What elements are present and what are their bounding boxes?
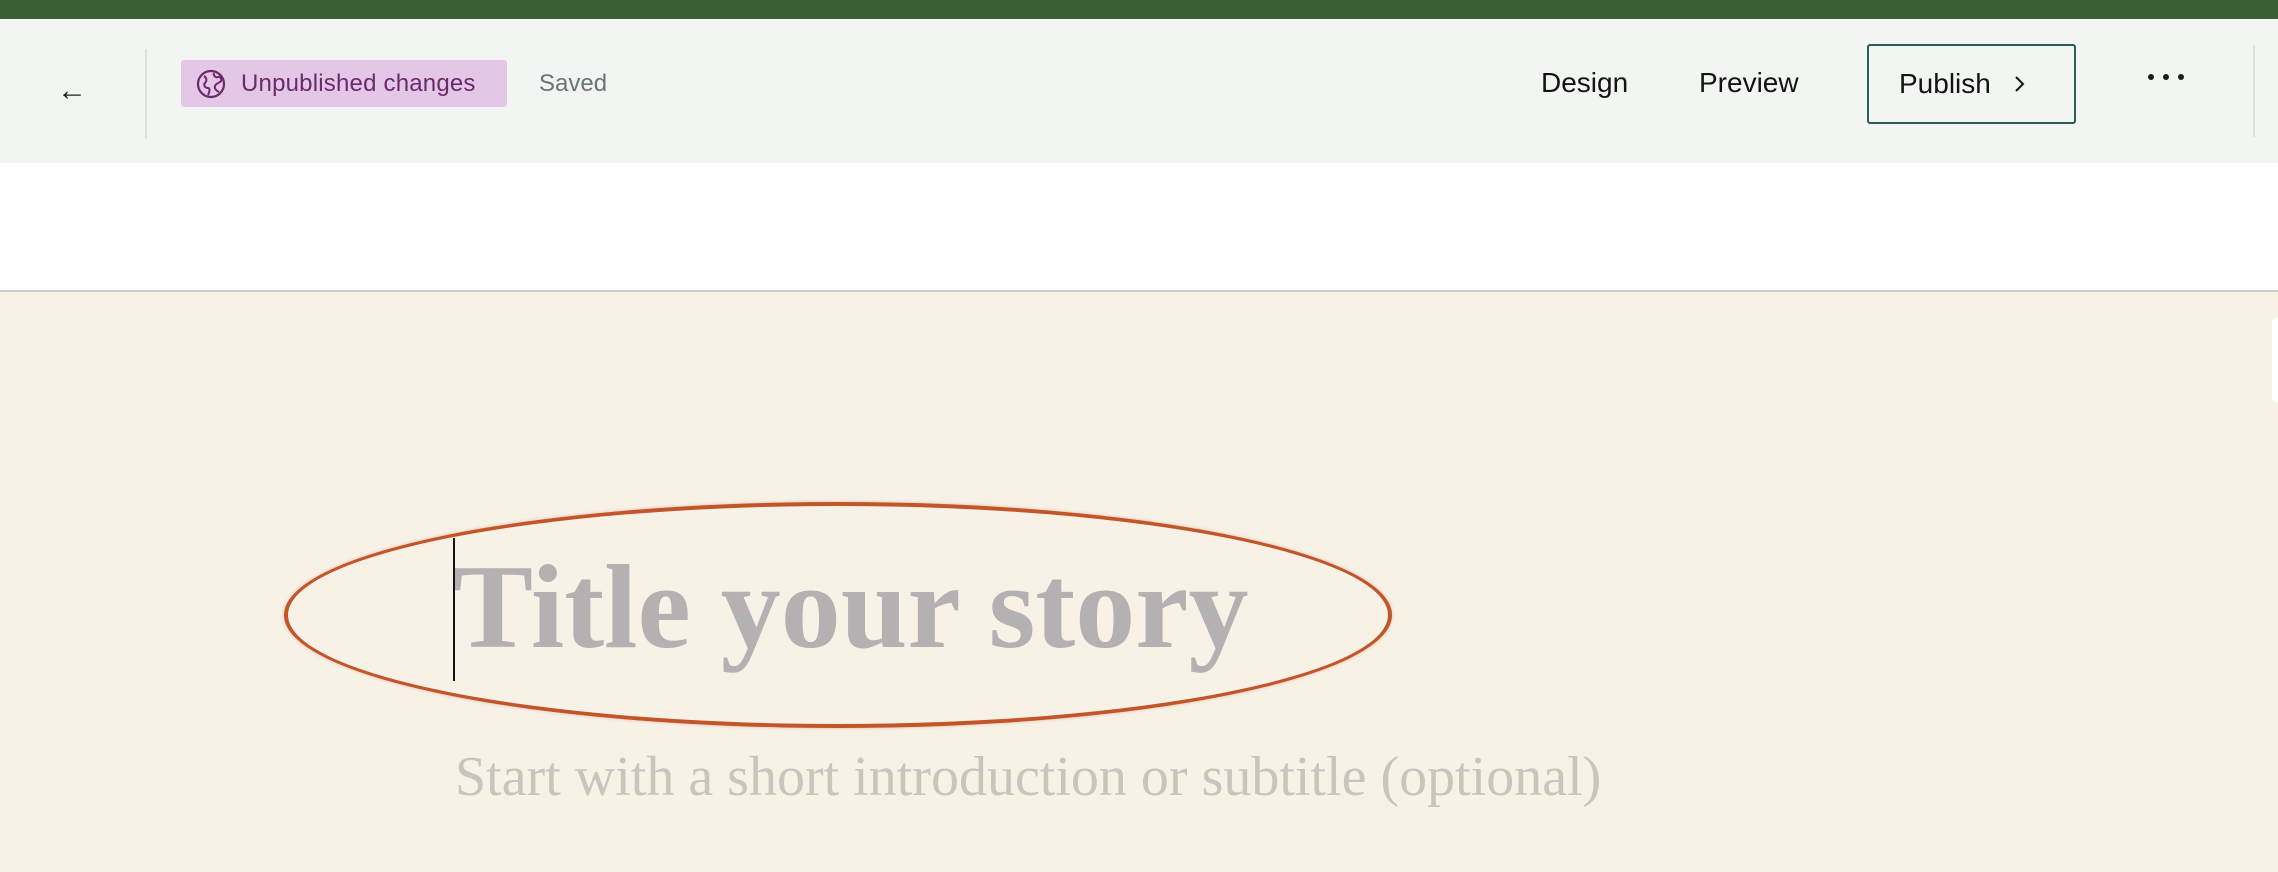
back-button[interactable]: ←: [52, 71, 92, 111]
design-button[interactable]: Design: [1541, 67, 1628, 99]
status-badge[interactable]: Unpublished changes: [181, 60, 507, 107]
publish-button-label: Publish: [1899, 68, 1991, 99]
chevron-right-icon: [2013, 74, 2027, 94]
app-header: ← Unpublished changes Saved Design Previ…: [0, 19, 2278, 163]
story-subtitle-input[interactable]: Start with a short introduction or subti…: [455, 745, 1601, 809]
preview-button[interactable]: Preview: [1699, 67, 1799, 99]
publish-button[interactable]: Publish: [1867, 44, 2076, 124]
more-horizontal-icon: [2148, 74, 2154, 80]
story-title-input[interactable]: Title your story: [453, 537, 1353, 677]
header-divider: [145, 49, 147, 139]
more-options-button[interactable]: [2148, 59, 2184, 95]
top-accent-strip: [0, 0, 2278, 19]
save-status: Saved: [539, 70, 608, 97]
side-panel-handle[interactable]: [2272, 318, 2278, 402]
globe-icon: [195, 68, 227, 100]
arrow-left-icon: ←: [57, 74, 87, 107]
header-right-divider: [2253, 45, 2255, 137]
header-spacer: [0, 163, 2278, 292]
text-caret: [453, 538, 455, 681]
status-badge-label: Unpublished changes: [241, 69, 476, 97]
